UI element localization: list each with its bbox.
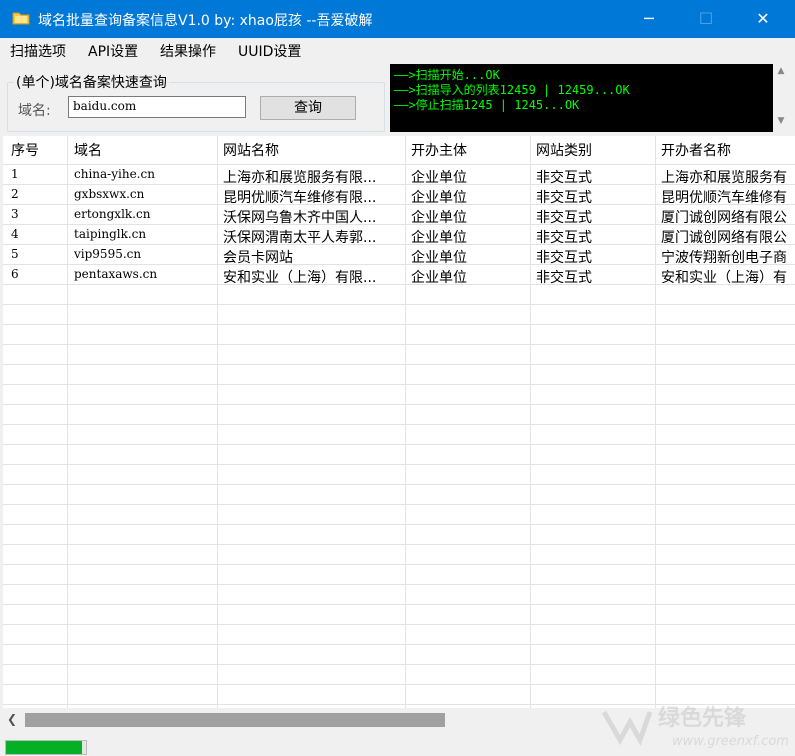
domain-label: 域名: [18,103,51,119]
cell-organizer-type: 企业单位 [411,170,467,186]
domain-input[interactable]: baidu.com [68,96,246,118]
cell-organizer-type: 企业单位 [411,190,467,206]
close-button[interactable]: ✕ [740,0,786,38]
menu-uuid-settings[interactable]: UUID设置 [238,41,301,61]
cell-index: 2 [11,187,19,201]
cell-organizer-type: 企业单位 [411,270,467,286]
menu-scan-options[interactable]: 扫描选项 [10,41,66,61]
cell-organizer-name: 宁波传翔新创电子商 [661,250,787,266]
scrollbar-thumb[interactable] [25,713,445,727]
cell-site-category: 非交互式 [536,210,592,226]
results-table[interactable]: 序号 域名 网站名称 开办主体 网站类别 开办者名称 1 china-yihe.c… [3,136,795,708]
menu-bar: 扫描选项 API设置 结果操作 UUID设置 [0,38,795,62]
cell-index: 4 [11,227,19,241]
folder-icon [12,12,30,25]
cell-index: 3 [11,207,19,221]
cell-site-name: 会员卡网站 [223,250,293,266]
log-scrollbar[interactable]: ▲ ▼ [773,64,789,132]
progress-bar [5,740,87,755]
scroll-down-icon[interactable]: ▼ [773,116,789,126]
column-header-site-name[interactable]: 网站名称 [223,140,279,160]
cell-organizer-name: 厦门诚创网络有限公 [661,210,787,226]
watermark-url: www.greenxf.com [672,734,789,749]
cell-organizer-name: 安和实业（上海）有 [661,270,787,286]
watermark-text: 绿色先锋 [658,706,747,731]
cell-index: 5 [11,247,19,261]
cell-organizer-name: 厦门诚创网络有限公 [661,230,787,246]
cell-organizer-name: 昆明优顺汽车维修有 [661,190,787,206]
cell-index: 1 [11,167,19,181]
cell-site-category: 非交互式 [536,190,592,206]
cell-index: 6 [11,267,19,281]
column-header-site-category[interactable]: 网站类别 [536,140,592,160]
cell-site-category: 非交互式 [536,270,592,286]
cell-organizer-name: 上海亦和展览服务有 [661,170,787,186]
window-title: 域名批量查询备案信息V1.0 by: xhao屁孩 --吾爱破解 [38,13,373,29]
cell-site-name: 昆明优顺汽车维修有限... [223,190,377,206]
watermark: 绿色先锋 www.greenxf.com [600,700,790,754]
cell-domain: vip9595.cn [74,247,142,261]
progress-fill [6,741,82,754]
title-bar: 域名批量查询备案信息V1.0 by: xhao屁孩 --吾爱破解 ─ ☐ ✕ [0,0,795,38]
column-header-organizer-type[interactable]: 开办主体 [411,140,467,160]
log-line: ——>停止扫描1245 | 1245...OK [394,98,580,112]
cell-site-name: 安和实业（上海）有限... [223,270,377,286]
column-header-index[interactable]: 序号 [11,140,39,160]
cell-domain: ertongxlk.cn [74,207,151,221]
log-panel: ——>扫描开始...OK ——>扫描导入的列表12459 | 12459...O… [390,64,789,132]
quick-query-group-title: (单个)域名备案快速查询 [14,72,169,92]
cell-site-name: 沃保网乌鲁木齐中国人... [223,210,377,226]
cell-site-category: 非交互式 [536,170,592,186]
column-header-organizer-name[interactable]: 开办者名称 [661,140,731,160]
cell-organizer-type: 企业单位 [411,230,467,246]
cell-site-name: 沃保网渭南太平人寿郭... [223,230,377,246]
scroll-left-icon[interactable]: ❮ [7,712,17,726]
cell-organizer-type: 企业单位 [411,250,467,266]
menu-result-actions[interactable]: 结果操作 [160,41,216,61]
watermark-logo-icon [601,710,652,746]
cell-domain: china-yihe.cn [74,167,155,181]
query-button[interactable]: 查询 [260,96,356,120]
menu-api-settings[interactable]: API设置 [88,41,138,61]
cell-domain: pentaxaws.cn [74,267,158,281]
cell-site-name: 上海亦和展览服务有限... [223,170,377,186]
scroll-up-icon[interactable]: ▲ [773,66,789,76]
column-header-domain[interactable]: 域名 [74,140,102,160]
cell-organizer-type: 企业单位 [411,210,467,226]
minimize-button[interactable]: ─ [626,0,672,38]
cell-domain: gxbsxwx.cn [74,187,145,201]
cell-site-category: 非交互式 [536,250,592,266]
cell-site-category: 非交互式 [536,230,592,246]
maximize-button[interactable]: ☐ [683,0,729,38]
cell-domain: taipinglk.cn [74,227,147,241]
